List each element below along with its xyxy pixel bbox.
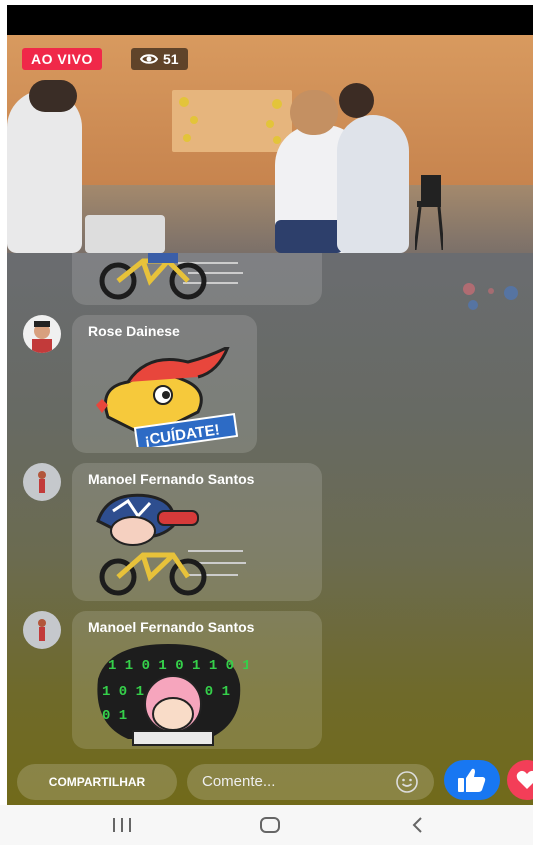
comment-feed[interactable]: Rose Dainese ¡CUÍDATE! Manoel Fernando S… <box>7 253 533 805</box>
comment-author[interactable]: Manoel Fernando Santos <box>88 619 254 635</box>
recents-icon[interactable] <box>110 815 134 835</box>
floating-reactions <box>463 283 518 310</box>
share-button[interactable]: COMPARTILHAR <box>17 764 177 800</box>
cyclist-sticker <box>99 253 243 300</box>
comment-input[interactable]: Comente... <box>187 764 434 800</box>
wall-poster <box>172 90 292 152</box>
cuidate-sticker: ¡CUÍDATE! <box>96 347 238 447</box>
heart-icon <box>516 770 533 789</box>
live-badge: AO VIVO <box>22 48 102 70</box>
comment-author[interactable]: Manoel Fernando Santos <box>88 471 254 487</box>
live-video-screen: AO VIVO 51 Rose Dainese ¡CUÍDATE! Manoel… <box>7 5 533 805</box>
person-left <box>7 90 82 253</box>
avatar[interactable] <box>23 463 61 501</box>
comment-item[interactable]: Manoel Fernando Santos <box>72 463 322 601</box>
matrix-code-sticker: 1 1 0 1 0 1 1 0 1 0 1 0 1 0 1 1 0 1 0 1 … <box>97 644 248 746</box>
comment-item[interactable]: Rose Dainese ¡CUÍDATE! <box>72 315 257 453</box>
avatar[interactable] <box>23 611 61 649</box>
chair <box>413 175 445 251</box>
comment-item[interactable]: Manoel Fernando Santos 1 1 0 1 0 1 1 0 1… <box>72 611 322 749</box>
like-button[interactable] <box>444 760 500 800</box>
home-icon[interactable] <box>258 815 282 835</box>
emoji-icon[interactable] <box>396 771 418 793</box>
table <box>85 215 165 253</box>
person-right <box>337 115 409 253</box>
system-nav-bar <box>0 805 533 845</box>
svg-text:0 1: 0 1 <box>102 708 127 724</box>
viewer-count: 51 <box>163 51 179 67</box>
like-icon <box>458 768 486 792</box>
cyclist-sticker <box>96 493 246 596</box>
comment-item[interactable] <box>72 253 322 305</box>
comment-placeholder: Comente... <box>202 773 276 790</box>
status-bar <box>7 5 533 35</box>
back-icon[interactable] <box>408 815 428 835</box>
action-bar: COMPARTILHAR Comente... <box>7 753 533 805</box>
comment-author[interactable]: Rose Dainese <box>88 323 180 339</box>
sticker-text: 1 1 0 1 0 1 1 0 1 0 1 0 1 0 1 <box>108 658 248 674</box>
viewer-count-badge: 51 <box>131 48 188 70</box>
avatar[interactable] <box>23 315 61 353</box>
eye-icon <box>140 54 158 64</box>
love-button[interactable] <box>507 760 533 800</box>
